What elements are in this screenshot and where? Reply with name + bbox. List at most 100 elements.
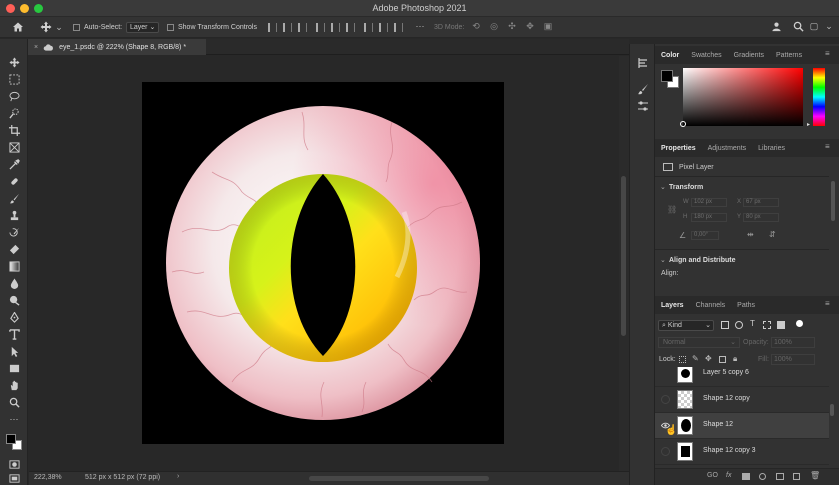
align-vcenter-icon[interactable] xyxy=(331,23,340,32)
tab-swatches[interactable]: Swatches xyxy=(685,52,727,59)
y-field[interactable]: 80 px xyxy=(743,213,779,222)
color-picker-cursor[interactable] xyxy=(680,121,686,127)
layer-row[interactable]: Shape 12 copy 3 xyxy=(655,439,829,465)
gradient-tool-icon[interactable] xyxy=(6,259,22,273)
dodge-tool-icon[interactable] xyxy=(6,293,22,307)
3d-slide-icon[interactable]: ✥ xyxy=(524,21,536,32)
visibility-toggle[interactable] xyxy=(661,395,670,404)
healing-brush-tool-icon[interactable] xyxy=(6,174,22,188)
width-field[interactable]: 102 px xyxy=(691,198,727,207)
align-hcenter-icon[interactable] xyxy=(283,23,292,32)
canvas-vertical-scrollbar[interactable] xyxy=(619,56,629,471)
layer-row-selected[interactable]: Shape 12 xyxy=(655,413,829,439)
chevron-down-icon[interactable]: ⌄ xyxy=(824,21,834,32)
lock-pixels-icon[interactable]: ✎ xyxy=(692,354,699,363)
pen-tool-icon[interactable] xyxy=(6,310,22,324)
tab-gradients[interactable]: Gradients xyxy=(728,52,770,59)
3d-rotate-icon[interactable]: ⟲ xyxy=(470,21,482,32)
chevron-down-icon[interactable]: ⌄ xyxy=(55,22,63,33)
height-field[interactable]: 180 px xyxy=(691,213,727,222)
crop-tool-icon[interactable] xyxy=(6,123,22,137)
quick-selection-tool-icon[interactable] xyxy=(6,106,22,120)
tab-adjustments[interactable]: Adjustments xyxy=(702,145,753,152)
layer-name[interactable]: Shape 12 copy 3 xyxy=(703,447,756,454)
marquee-tool-icon[interactable] xyxy=(6,72,22,86)
panel-menu-icon[interactable]: ≡ xyxy=(825,49,830,58)
home-icon[interactable] xyxy=(12,21,24,33)
align-right-icon[interactable] xyxy=(298,23,307,32)
search-icon[interactable] xyxy=(792,21,804,34)
transform-section-title[interactable]: Transform xyxy=(669,184,703,191)
zoom-tool-icon[interactable] xyxy=(6,395,22,409)
close-tab-icon[interactable]: × xyxy=(34,44,38,51)
auto-select-dropdown[interactable]: Layer ⌄ xyxy=(126,22,160,33)
fill-field[interactable]: 100% xyxy=(771,354,815,365)
chevron-right-icon[interactable]: › xyxy=(177,473,179,480)
3d-camera-icon[interactable]: ▣ xyxy=(542,21,554,32)
adjustments-panel-icon[interactable] xyxy=(637,99,649,111)
layer-row[interactable]: Shape 12 copy xyxy=(655,387,829,413)
eyedropper-tool-icon[interactable] xyxy=(6,157,22,171)
align-section-title[interactable]: Align and Distribute xyxy=(669,257,736,264)
align-top-icon[interactable] xyxy=(316,23,325,32)
x-field[interactable]: 67 px xyxy=(743,198,779,207)
align-left-icon[interactable] xyxy=(268,23,277,32)
hue-slider[interactable] xyxy=(813,68,825,126)
checkbox-box[interactable] xyxy=(73,24,80,31)
layer-row[interactable]: Layer 5 copy 6 xyxy=(655,367,829,387)
lock-position-icon[interactable]: ✥ xyxy=(705,354,712,363)
distribute-center-icon[interactable] xyxy=(379,23,388,32)
screen-mode-icon[interactable] xyxy=(6,471,22,485)
add-mask-icon[interactable] xyxy=(742,473,750,480)
flip-vertical-icon[interactable]: ⇵ xyxy=(769,230,776,239)
filter-pixel-icon[interactable] xyxy=(721,321,729,329)
visibility-toggle[interactable] xyxy=(661,447,670,456)
link-layers-icon[interactable]: GO xyxy=(707,472,718,479)
share-icon[interactable] xyxy=(770,21,782,34)
tab-channels[interactable]: Channels xyxy=(690,302,732,309)
3d-drag-icon[interactable]: ✣ xyxy=(506,21,518,32)
tab-paths[interactable]: Paths xyxy=(731,302,761,309)
rectangle-tool-icon[interactable] xyxy=(6,361,22,375)
auto-select-checkbox[interactable]: Auto-Select: xyxy=(73,22,122,33)
filter-toggle-icon[interactable] xyxy=(796,320,803,327)
new-adjustment-layer-icon[interactable] xyxy=(759,473,766,480)
history-panel-icon[interactable] xyxy=(637,56,649,68)
chevron-down-icon[interactable]: ⌄ xyxy=(660,256,666,264)
panel-menu-icon[interactable]: ≡ xyxy=(825,299,830,308)
tab-patterns[interactable]: Patterns xyxy=(770,52,808,59)
history-brush-tool-icon[interactable] xyxy=(6,225,22,239)
foreground-color-swatch[interactable] xyxy=(661,70,673,82)
color-picker-field[interactable] xyxy=(680,68,803,127)
document-canvas[interactable] xyxy=(142,82,504,444)
3d-roll-icon[interactable]: ◎ xyxy=(488,21,500,32)
panel-menu-icon[interactable]: ≡ xyxy=(825,142,830,151)
color-panel-swatches[interactable] xyxy=(661,70,679,88)
move-tool-icon[interactable] xyxy=(40,21,52,33)
delete-layer-icon[interactable]: 🗑︎ xyxy=(810,471,820,480)
frame-tool-icon[interactable] xyxy=(6,140,22,154)
brush-tool-icon[interactable] xyxy=(6,191,22,205)
foreground-color-swatch[interactable] xyxy=(6,434,16,444)
path-selection-tool-icon[interactable] xyxy=(6,344,22,358)
move-tool-icon[interactable] xyxy=(6,55,22,69)
more-options-icon[interactable]: ··· xyxy=(414,21,426,31)
tab-properties[interactable]: Properties xyxy=(655,145,702,152)
opacity-field[interactable]: 100% xyxy=(771,337,815,348)
hand-tool-icon[interactable] xyxy=(6,378,22,392)
more-tools-icon[interactable]: ··· xyxy=(6,412,22,426)
new-layer-icon[interactable] xyxy=(793,473,800,480)
hue-slider-handle[interactable]: ▸ xyxy=(807,121,810,128)
lock-all-icon[interactable]: 🔒︎ xyxy=(733,354,737,364)
clone-stamp-tool-icon[interactable] xyxy=(6,208,22,222)
show-transform-controls-checkbox[interactable]: Show Transform Controls xyxy=(167,22,257,33)
checkbox-box[interactable] xyxy=(167,24,174,31)
type-tool-icon[interactable] xyxy=(6,327,22,341)
zoom-level[interactable]: 222,38% xyxy=(34,474,62,481)
tab-layers[interactable]: Layers xyxy=(655,302,690,309)
align-bottom-icon[interactable] xyxy=(346,23,355,32)
color-swatches[interactable] xyxy=(6,434,22,450)
blend-mode-dropdown[interactable]: Normal ⌄ xyxy=(658,337,740,348)
flip-horizontal-icon[interactable]: ⇹ xyxy=(747,230,754,239)
layer-filter-dropdown[interactable]: ⌕ Kind ⌄ xyxy=(658,320,714,331)
